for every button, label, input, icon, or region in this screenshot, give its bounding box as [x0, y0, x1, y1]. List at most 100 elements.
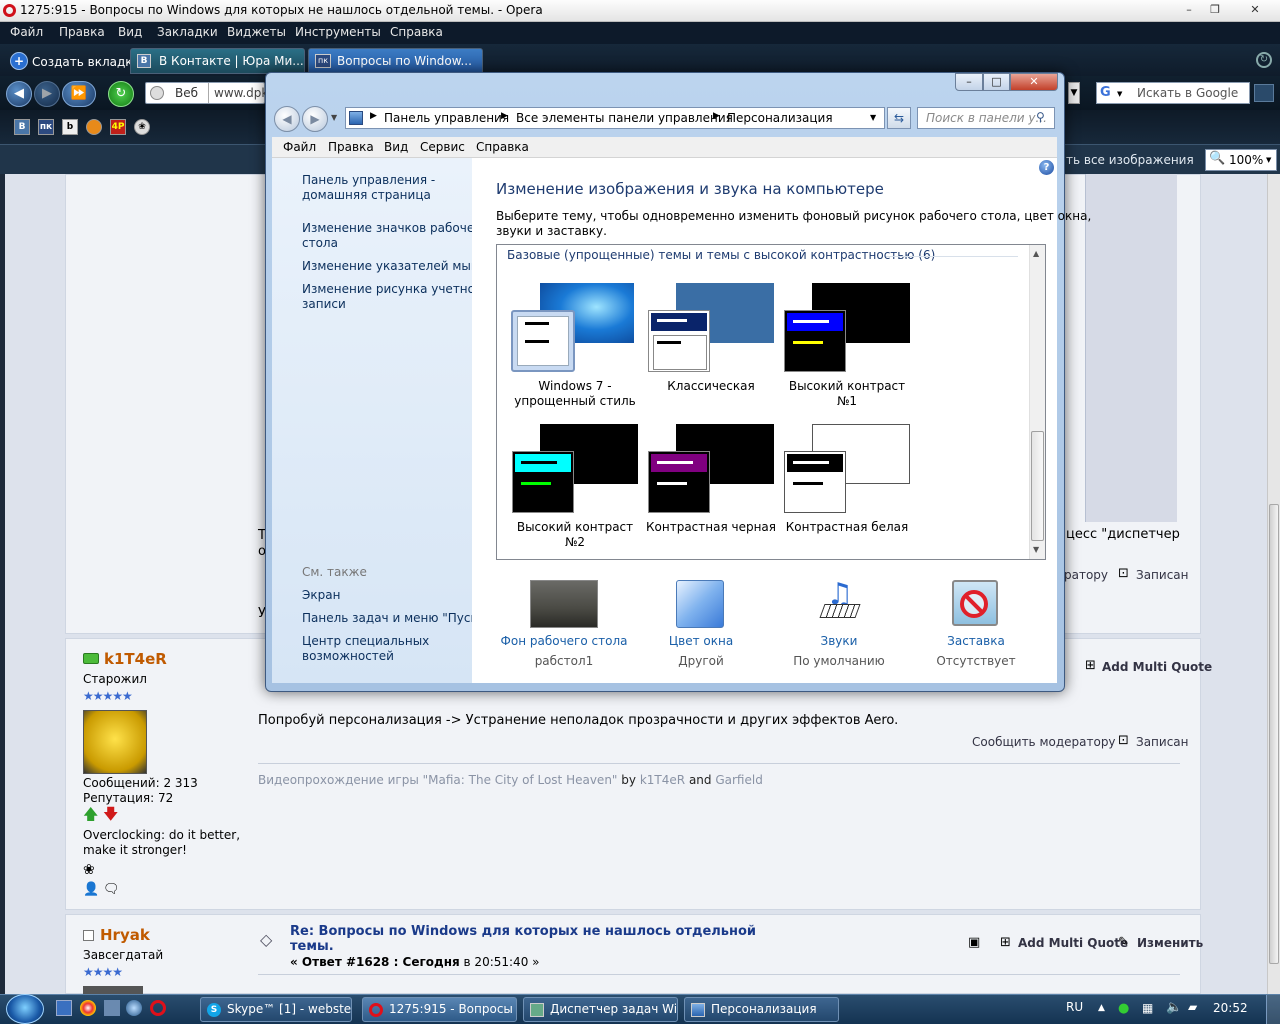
cp-history-dropdown-icon[interactable]: ▼	[331, 113, 337, 122]
new-tab-button[interactable]: Создать вкладку	[32, 55, 140, 69]
cp-menu-help[interactable]: Справка	[476, 140, 529, 154]
cp-maximize-button[interactable]: □	[983, 73, 1010, 91]
multi-quote-icon[interactable]: ⊞	[1000, 935, 1011, 950]
report-partial-link[interactable]: ратору	[1064, 568, 1108, 582]
menu-widgets[interactable]: Виджеты	[227, 25, 286, 39]
theme-name-high-contrast-1[interactable]: Высокий контраст №1	[782, 379, 912, 409]
cp-search-input[interactable]: Поиск в панели у...	[926, 111, 1047, 125]
restore-button[interactable]: ❐	[1203, 2, 1227, 18]
sidebar-link-mouse-pointers[interactable]: Изменение указателей мыши	[302, 259, 490, 274]
menu-file[interactable]: Файл	[10, 25, 43, 39]
window-color-link[interactable]: Цвет окна	[636, 634, 766, 648]
close-button[interactable]: ✕	[1240, 2, 1270, 18]
pictures-icon[interactable]	[104, 1000, 120, 1016]
reload-button[interactable]: ↻	[108, 81, 134, 107]
cp-close-button[interactable]: ✕	[1010, 73, 1058, 91]
video-user2-link[interactable]: Garfield	[715, 773, 762, 787]
edit-button[interactable]: Изменить	[1137, 936, 1203, 950]
cp-menu-view[interactable]: Вид	[384, 140, 408, 154]
menu-bookmarks[interactable]: Закладки	[157, 25, 218, 39]
note-link[interactable]: Записан	[1136, 735, 1189, 749]
address-dropdown-icon[interactable]: ▼	[870, 113, 876, 122]
menu-view[interactable]: Вид	[118, 25, 142, 39]
sidebar-link-home[interactable]: Панель управления - домашняя страница	[302, 173, 435, 203]
red-bookmark-icon[interactable]: 4P	[110, 119, 126, 135]
screensaver-icon[interactable]	[952, 580, 998, 626]
chrome-icon[interactable]	[80, 1000, 96, 1016]
cp-search-field[interactable]: Поиск в панели у... ⚲	[917, 107, 1055, 129]
clock[interactable]: 20:52	[1213, 1001, 1248, 1015]
sidebar-link-desktop-icons[interactable]: Изменение значков рабочего стола	[302, 221, 488, 251]
theme-name-high-contrast-2[interactable]: Высокий контраст №2	[510, 520, 640, 550]
note-icon[interactable]: ⊡	[1118, 566, 1129, 581]
cp-minimize-button[interactable]: –	[955, 73, 983, 91]
theme-name-classic[interactable]: Классическая	[646, 379, 776, 394]
see-also-taskbar[interactable]: Панель задач и меню "Пуск"	[302, 611, 483, 626]
desktop-background-link[interactable]: Фон рабочего стола	[499, 634, 629, 648]
post-title-line-2[interactable]: темы.	[290, 939, 334, 954]
language-indicator[interactable]: RU	[1066, 1000, 1083, 1014]
video-user1-link[interactable]: k1T4eR	[640, 773, 685, 787]
menu-edit[interactable]: Правка	[59, 25, 105, 39]
tray-icon[interactable]: ▦	[1142, 1001, 1153, 1015]
post-title-line-1[interactable]: Re: Вопросы по Windows для которых не на…	[290, 924, 756, 939]
profile-icon[interactable]: 👤	[83, 882, 99, 897]
show-all-images-link[interactable]: ть все изображения	[1066, 153, 1194, 167]
sounds-link[interactable]: Звуки	[774, 634, 904, 648]
avatar[interactable]	[83, 986, 143, 994]
taskbar-task-manager[interactable]: Диспетчер задач Wi...	[523, 997, 678, 1022]
username-k1t4er[interactable]: k1T4eR	[104, 650, 167, 668]
avatar[interactable]	[83, 710, 147, 774]
taskbar-skype[interactable]: S Skype™ [1] - webster...	[200, 997, 352, 1022]
plus-icon[interactable]: +	[10, 52, 28, 70]
see-also-accessibility[interactable]: Центр специальных возможностей	[302, 634, 429, 664]
show-desktop-icon[interactable]	[56, 1000, 72, 1016]
fast-forward-button[interactable]: ⏩	[62, 81, 96, 107]
orange-bookmark-icon[interactable]	[86, 119, 102, 135]
themes-scrollbar[interactable]: ▲ ▼	[1029, 245, 1045, 559]
reputation-down-icon[interactable]: 🡇	[103, 804, 118, 829]
power-tray-icon[interactable]: ▰	[1188, 1000, 1197, 1014]
taskbar-opera[interactable]: 1275:915 - Вопросы ...	[362, 997, 517, 1022]
back-button[interactable]: ◀	[6, 81, 32, 107]
show-hidden-icons[interactable]: ▲	[1098, 1003, 1105, 1013]
address-input[interactable]: www.dpk	[214, 86, 268, 100]
breadcrumb-all-items[interactable]: Все элементы панели управления	[516, 111, 733, 125]
tab-windows-questions[interactable]: пк Вопросы по Window...	[308, 48, 483, 74]
add-multi-quote-button[interactable]: Add Multi Quote	[1102, 660, 1212, 674]
help-icon[interactable]: ?	[1039, 160, 1054, 175]
cp-forward-button[interactable]: ▶	[302, 106, 328, 132]
cp-back-button[interactable]: ◀	[274, 106, 300, 132]
zoom-control[interactable]: 🔍 100% ▼	[1205, 149, 1277, 171]
message-icon[interactable]: 🗨	[103, 882, 120, 897]
quote-icon[interactable]: ▣	[968, 935, 980, 950]
scroll-up-icon[interactable]: ▲	[1033, 249, 1039, 258]
network-tray-icon[interactable]: ●	[1118, 1001, 1129, 1016]
zoom-dropdown-icon[interactable]: ▼	[1266, 156, 1271, 164]
page-scrollbar[interactable]	[1267, 174, 1280, 994]
menu-tools[interactable]: Инструменты	[295, 25, 381, 39]
menu-help[interactable]: Справка	[390, 25, 443, 39]
multi-quote-icon[interactable]: ⊞	[1085, 658, 1096, 673]
window-color-icon[interactable]	[676, 580, 724, 628]
themes-scrollbar-thumb[interactable]	[1031, 431, 1044, 541]
opera-icon[interactable]	[150, 1000, 166, 1016]
report-moderator-link[interactable]: Сообщить модератору	[972, 735, 1116, 749]
vk-bookmark-icon[interactable]: В	[14, 119, 30, 135]
volume-icon[interactable]: 🔈	[1166, 1000, 1182, 1015]
address-bar[interactable]: Веб www.dpk	[145, 82, 268, 104]
username-hryak[interactable]: Hryak	[100, 926, 150, 944]
theme-name-contrast-white[interactable]: Контрастная белая	[782, 520, 912, 535]
forward-button[interactable]: ▶	[34, 81, 60, 107]
refresh-icon[interactable]: ⇆	[887, 107, 911, 129]
film-bookmark-icon[interactable]: ❀	[134, 119, 150, 135]
show-desktop-button[interactable]	[1266, 995, 1280, 1024]
globe-icon[interactable]	[126, 1000, 142, 1016]
reputation-up-icon[interactable]: 🡅	[83, 804, 98, 829]
see-also-display[interactable]: Экран	[302, 588, 340, 603]
screensaver-link[interactable]: Заставка	[911, 634, 1041, 648]
search-button[interactable]	[1254, 84, 1274, 102]
minimize-button[interactable]: –	[1177, 2, 1201, 18]
cp-address-bar[interactable]: ▶ Панель управления ▶ Все элементы панел…	[345, 107, 885, 129]
note-link[interactable]: Записан	[1136, 568, 1189, 582]
